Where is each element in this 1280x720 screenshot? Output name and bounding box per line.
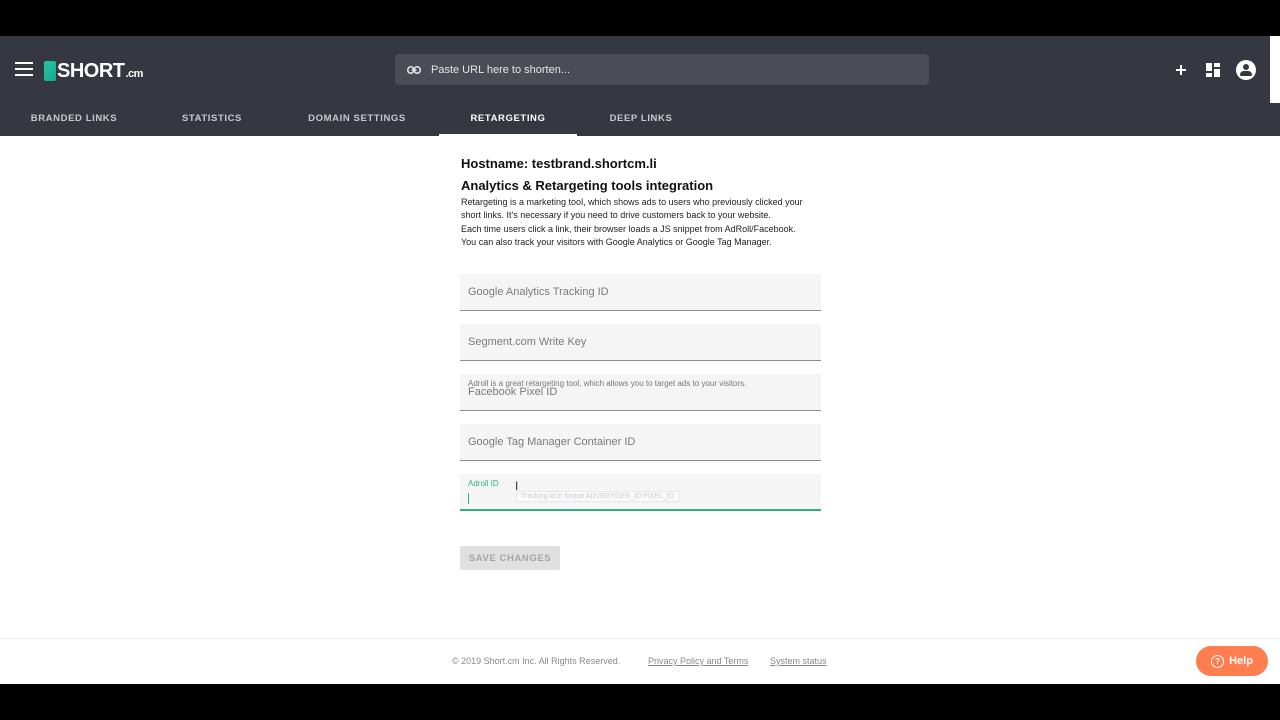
description-paragraph: You can also track your visitors with Go… (461, 237, 772, 248)
adroll-label: Adroll ID (468, 479, 499, 488)
screen-letterbox-top (0, 0, 1280, 36)
app-header: SHORT .cm BRANDED LINKS STATISTICS DOMAI… (0, 36, 1280, 136)
tab-branded-links[interactable]: BRANDED LINKS (20, 108, 128, 136)
help-button[interactable]: ? Help (1196, 646, 1268, 676)
nav-tabs: BRANDED LINKS STATISTICS DOMAIN SETTINGS… (0, 108, 1280, 136)
footer: © 2019 Short.cm Inc. All Rights Reserved… (0, 638, 1280, 684)
text-caret (468, 493, 469, 504)
gtm-input[interactable] (468, 424, 808, 460)
save-changes-button[interactable]: SAVE CHANGES (460, 546, 560, 570)
help-label: Help (1229, 655, 1253, 667)
hamburger-menu-icon[interactable] (15, 62, 33, 76)
help-question-icon: ? (1211, 654, 1225, 668)
add-link-icon[interactable] (1172, 61, 1190, 79)
screen-letterbox-bottom (0, 684, 1280, 720)
google-analytics-field[interactable] (460, 274, 821, 311)
system-status-link[interactable]: System status (770, 656, 827, 666)
dashboard-icon[interactable] (1204, 61, 1222, 79)
copyright: © 2019 Short.cm Inc. All Rights Reserved… (452, 656, 621, 666)
url-input[interactable] (429, 62, 913, 77)
tab-domain-settings[interactable]: DOMAIN SETTINGS (296, 108, 418, 136)
adroll-field[interactable]: Adroll ID I Tracking id in format ADVERT… (460, 474, 821, 511)
link-icon (406, 63, 422, 77)
tab-retargeting[interactable]: RETARGETING (439, 108, 577, 136)
logo[interactable]: SHORT .cm (44, 58, 143, 84)
gtm-field[interactable] (460, 424, 821, 461)
tab-statistics[interactable]: STATISTICS (160, 108, 264, 136)
main-content: Hostname: testbrand.shortcm.li Analytics… (0, 136, 1280, 638)
description-paragraph: Each time users click a link, their brow… (461, 223, 796, 234)
adroll-tooltip: Tracking id in format ADVERTISER_ID:PIXE… (516, 491, 679, 502)
adroll-hint: Adroll is a great retargeting tool, whic… (468, 379, 747, 388)
header-actions (1172, 60, 1256, 80)
logo-tld: .cm (125, 68, 144, 80)
section-title: Analytics & Retargeting tools integratio… (461, 178, 714, 193)
scrollbar[interactable] (1270, 36, 1280, 103)
google-analytics-input[interactable] (468, 274, 808, 310)
privacy-link[interactable]: Privacy Policy and Terms (648, 656, 748, 666)
segment-input[interactable] (468, 324, 808, 360)
description: Retargeting is a marketing tool, which s… (461, 196, 823, 250)
hostname-heading: Hostname: testbrand.shortcm.li (461, 156, 657, 171)
url-shorten-bar[interactable] (395, 54, 929, 85)
tab-deep-links[interactable]: DEEP LINKS (597, 108, 685, 136)
description-paragraph: Retargeting is a marketing tool, which s… (461, 197, 803, 221)
segment-field[interactable] (460, 324, 821, 361)
logo-text: SHORT (57, 59, 125, 82)
account-icon[interactable] (1236, 60, 1256, 80)
logo-mark-icon (44, 61, 56, 81)
